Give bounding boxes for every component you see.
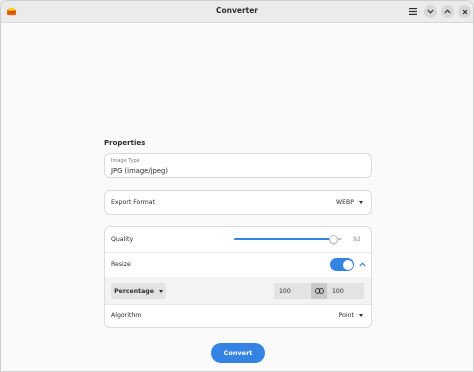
close-button[interactable] [458,5,471,18]
settings-card: Quality 92 Resize Percentage 100 100 Alg… [104,226,372,328]
export-format-dropdown[interactable]: WEBP [336,199,363,206]
resize-toggle-knob [342,259,353,270]
divider [105,304,371,305]
header-bar: Converter [1,1,473,23]
quality-slider[interactable] [234,238,342,240]
dropdown-arrow-icon [359,201,363,204]
algorithm-label: Algorithm [111,312,142,319]
window-title: Converter [215,6,259,15]
app-window: Converter Properties Image Type JPG (ima… [0,0,474,372]
algorithm-dropdown[interactable]: Point [339,312,363,319]
quality-slider-handle[interactable] [328,234,338,244]
dropdown-arrow-icon [359,314,363,317]
resize-label: Resize [111,261,131,268]
maximize-button[interactable] [441,5,454,18]
resize-mode-value: Percentage [114,287,154,295]
chevron-down-icon [427,9,434,14]
chevron-up-icon [444,9,451,14]
minimize-button[interactable] [424,5,437,18]
export-format-label: Export Format [111,199,156,206]
resize-height-input[interactable]: 100 [327,283,364,299]
image-type-value: JPG (image/jpeg) [111,167,168,175]
resize-width-input[interactable]: 100 [274,283,311,299]
export-format-row: Export Format WEBP [104,190,372,215]
image-type-field[interactable]: Image Type JPG (image/jpeg) [104,153,372,178]
quality-value: 92 [353,236,361,243]
quality-slider-fill [234,238,334,240]
resize-options-row: Percentage 100 100 [105,277,371,304]
resize-mode-dropdown[interactable]: Percentage [111,283,166,299]
export-format-value: WEBP [335,199,354,206]
link-icon [314,288,324,294]
convert-button[interactable]: Convert [211,343,265,363]
resize-toggle[interactable] [330,258,354,271]
image-type-label: Image Type [111,158,140,164]
quality-label: Quality [111,236,134,243]
chevron-up-icon[interactable] [359,262,366,267]
main-menu-button[interactable] [406,5,419,18]
close-icon [462,9,467,14]
hamburger-menu-icon [408,8,417,15]
algorithm-value: Point [338,312,354,319]
divider [105,252,371,253]
dropdown-arrow-icon [158,289,163,293]
link-aspect-button[interactable] [311,283,327,299]
properties-heading: Properties [104,139,146,147]
